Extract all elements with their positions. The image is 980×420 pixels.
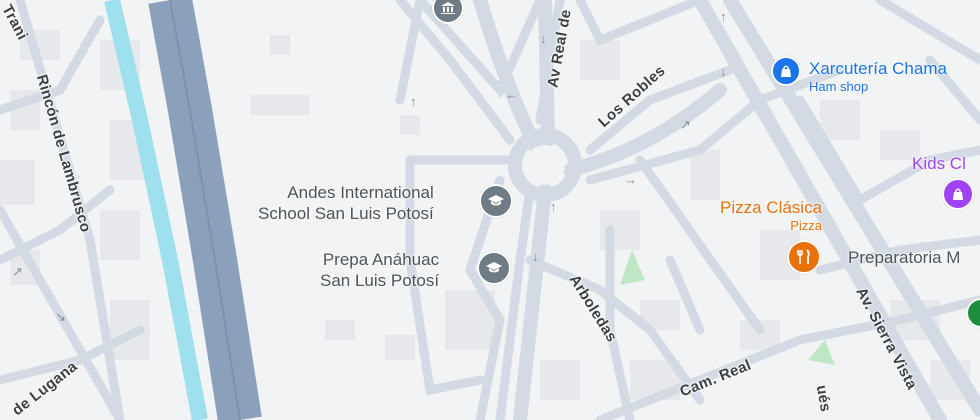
map-canvas[interactable]: ↑ ↓ ↓ ↑ ↓ ↑ ↓ ↗ → ← ↑ ↘ ↗ Trani Rincón d… bbox=[0, 0, 980, 420]
poi-category: Ham shop bbox=[809, 79, 869, 94]
one-way-arrow: ↓ bbox=[540, 31, 547, 46]
one-way-arrow: ↑ bbox=[720, 9, 727, 24]
poi-name-line-1: Andes International bbox=[287, 183, 434, 202]
one-way-arrow: → bbox=[624, 172, 637, 187]
poi-name: Pizza Clásica bbox=[720, 198, 823, 217]
poi-category: Pizza bbox=[790, 218, 823, 233]
poi-anahuac-label[interactable]: Prepa Anáhuac San Luis Potosí bbox=[320, 249, 439, 291]
poi-name-line-2: San Luis Potosí bbox=[320, 271, 440, 290]
poi-pizza-label[interactable]: Pizza Clásica Pizza bbox=[720, 197, 822, 233]
poi-name: Xarcutería Chama bbox=[809, 59, 947, 78]
poi-preparatoria-label[interactable]: Preparatoria M bbox=[848, 247, 960, 268]
one-way-arrow: ↗ bbox=[12, 264, 23, 279]
one-way-arrow: ↑ bbox=[410, 94, 417, 109]
school-icon[interactable] bbox=[477, 251, 511, 285]
shopping-bag-icon[interactable] bbox=[771, 56, 801, 86]
school-icon[interactable] bbox=[479, 184, 513, 218]
one-way-arrow: ↓ bbox=[191, 247, 198, 262]
one-way-arrow: ↗ bbox=[680, 117, 691, 132]
poi-name-line-1: Prepa Anáhuac bbox=[322, 250, 440, 269]
one-way-arrow: ← bbox=[505, 87, 518, 102]
shopping-bag-icon[interactable] bbox=[942, 178, 974, 210]
poi-name-line-2: School San Luis Potosí bbox=[258, 204, 434, 223]
restaurant-icon[interactable] bbox=[787, 240, 821, 274]
one-way-arrow: ↑ bbox=[550, 199, 557, 214]
poi-kids-label[interactable]: Kids Cl bbox=[912, 153, 966, 174]
poi-andes-school-label[interactable]: Andes International School San Luis Poto… bbox=[258, 182, 434, 224]
one-way-arrow: ↓ bbox=[720, 64, 727, 79]
poi-xarcuteria-label[interactable]: Xarcutería Chama Ham shop bbox=[809, 58, 947, 94]
one-way-arrow: ↓ bbox=[532, 249, 539, 264]
one-way-arrow: ↑ bbox=[195, 167, 202, 182]
one-way-arrow: ↘ bbox=[55, 309, 66, 324]
